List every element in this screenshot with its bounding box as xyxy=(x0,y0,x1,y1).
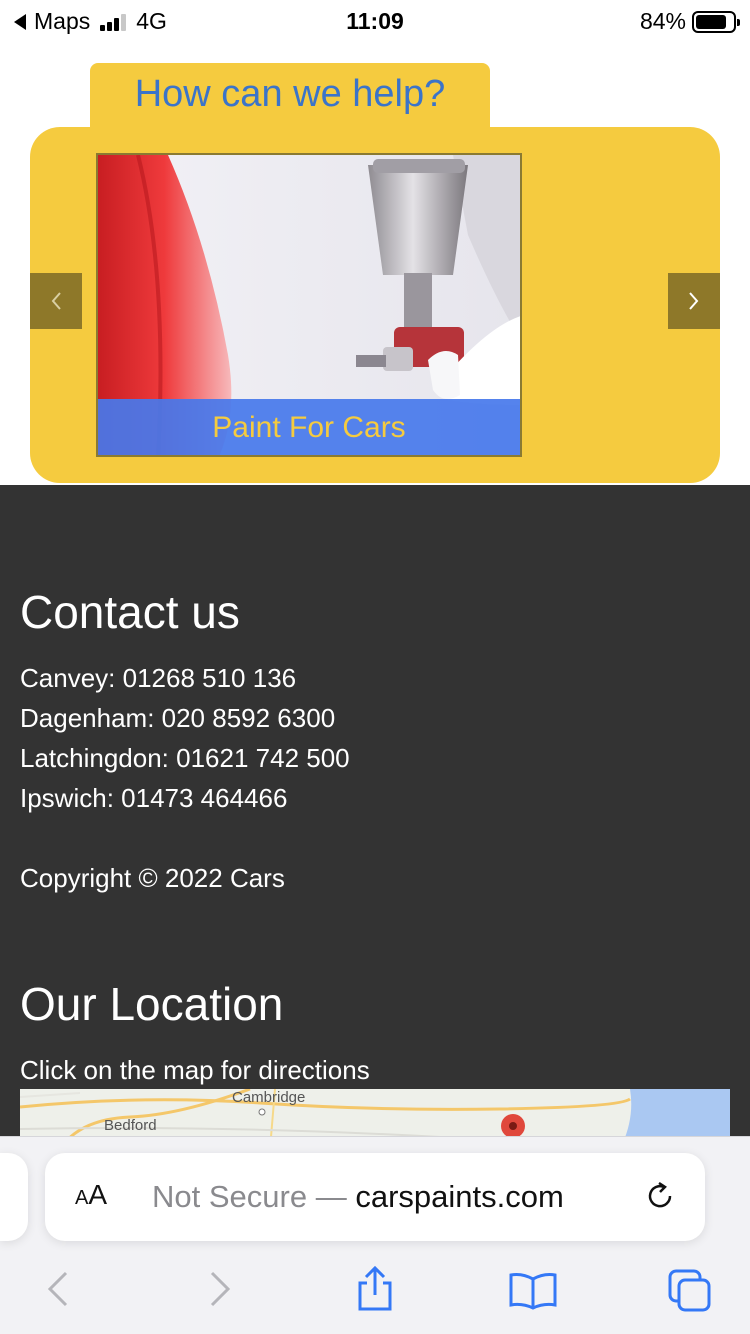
chevron-right-icon xyxy=(689,292,699,310)
slide-caption: Paint For Cars xyxy=(98,399,520,455)
contact-dagenham[interactable]: Dagenham: 020 8592 6300 xyxy=(20,703,335,734)
map-label-bedford: Bedford xyxy=(104,1117,157,1134)
contact-latchingdon[interactable]: Latchingdon: 01621 742 500 xyxy=(20,743,350,774)
back-nav-icon[interactable] xyxy=(44,1269,72,1309)
carousel-next-button[interactable] xyxy=(668,273,720,329)
contact-heading: Contact us xyxy=(20,586,240,638)
security-label: Not Secure — xyxy=(152,1179,347,1214)
carousel-slide[interactable]: Paint For Cars xyxy=(96,153,522,457)
contact-canvey[interactable]: Canvey: 01268 510 136 xyxy=(20,663,296,694)
share-icon[interactable] xyxy=(354,1265,396,1313)
battery-icon xyxy=(692,10,740,33)
footer: Contact us Canvey: 01268 510 136 Dagenha… xyxy=(0,485,750,1149)
copyright: Copyright © 2022 Cars xyxy=(20,863,285,893)
previous-tab-preview[interactable] xyxy=(0,1153,28,1241)
chevron-left-icon xyxy=(51,292,61,310)
text-size-large-a: A xyxy=(88,1179,108,1210)
status-bar: Maps 4G 11:09 84% xyxy=(0,0,750,44)
location-heading: Our Location xyxy=(20,978,284,1030)
domain-label: carspaints.com xyxy=(355,1179,564,1214)
text-size-small-a: A xyxy=(75,1187,89,1209)
address-bar[interactable]: AA Not Secure — carspaints.com xyxy=(45,1153,705,1241)
clock: 11:09 xyxy=(346,8,404,34)
map-label-cambridge: Cambridge xyxy=(232,1089,306,1106)
bookmarks-icon[interactable] xyxy=(508,1271,558,1311)
reload-icon[interactable] xyxy=(643,1179,677,1213)
battery-percent: 84% xyxy=(639,8,686,34)
text-size-button[interactable]: AA xyxy=(75,1179,107,1211)
help-tab: How can we help? xyxy=(90,63,490,131)
forward-nav-icon[interactable] xyxy=(206,1269,234,1309)
carousel-prev-button[interactable] xyxy=(30,273,82,329)
slide-caption-text: Paint For Cars xyxy=(212,411,406,444)
location-subtitle: Click on the map for directions xyxy=(20,1055,370,1085)
help-title: How can we help? xyxy=(134,73,446,115)
browser-bottom-bar: AA Not Secure — carspaints.com xyxy=(0,1136,750,1334)
url-display[interactable]: Not Secure — carspaints.com xyxy=(152,1179,564,1215)
contact-ipswich[interactable]: Ipswich: 01473 464466 xyxy=(20,783,287,814)
tabs-icon[interactable] xyxy=(666,1267,714,1315)
